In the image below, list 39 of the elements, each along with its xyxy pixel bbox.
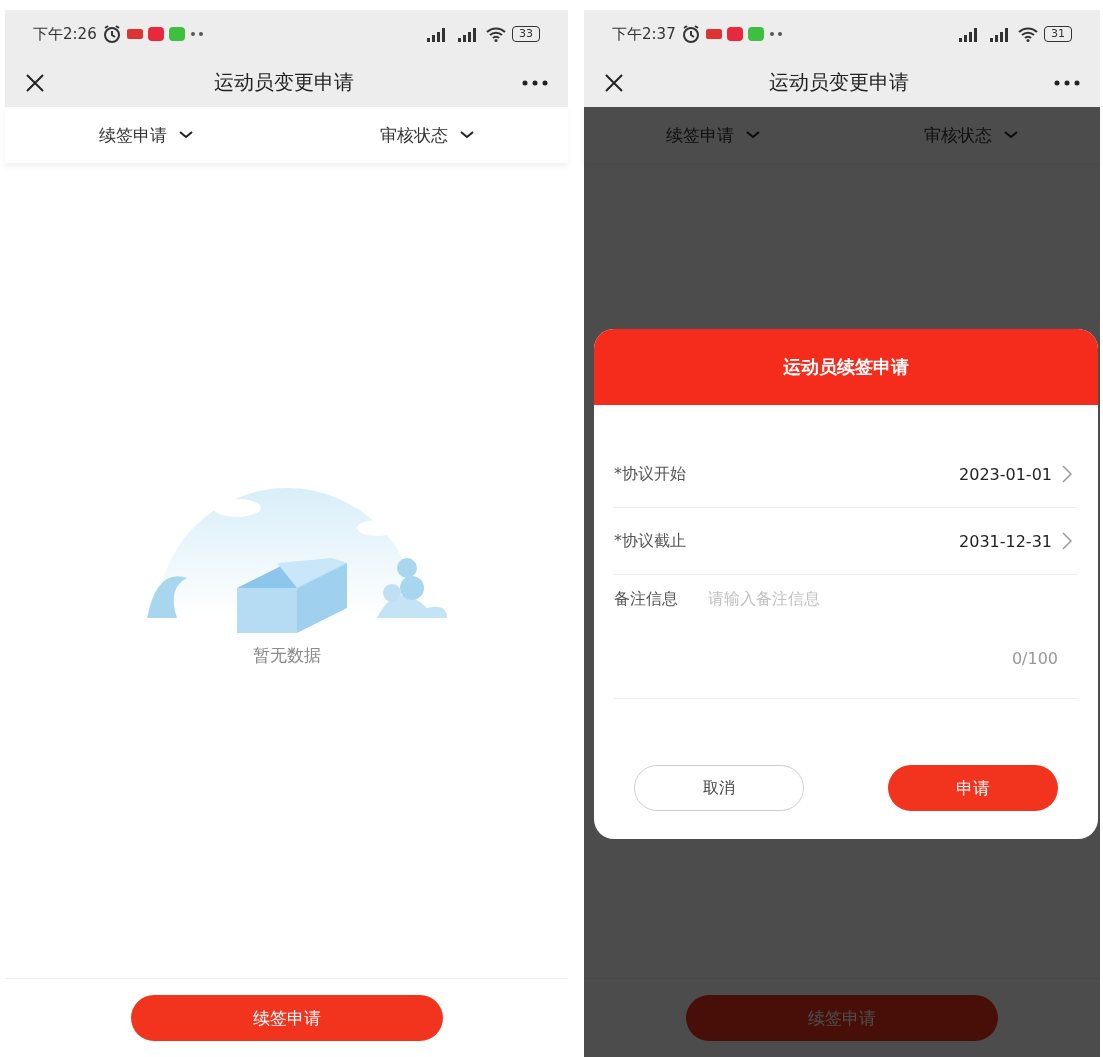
- empty-state-text: 暂无数据: [252, 644, 321, 667]
- cancel-button[interactable]: 取消: [634, 765, 804, 811]
- app-notification-icon: [705, 29, 722, 39]
- dialog-title: 运动员续签申请: [783, 355, 909, 379]
- status-time: 下午2:37: [612, 24, 676, 44]
- date-picker-field[interactable]: 2023-01-01: [953, 463, 1078, 485]
- more-notifications-icon: [768, 31, 783, 37]
- filter-dropdown[interactable]: 审核状态: [376, 119, 479, 151]
- submit-button[interactable]: 申请: [888, 765, 1058, 811]
- more-icon[interactable]: [1054, 79, 1080, 86]
- chevron-down-icon: [460, 131, 475, 139]
- battery-indicator: 31: [1044, 26, 1072, 42]
- close-icon[interactable]: [604, 72, 624, 93]
- wifi-icon: [1017, 26, 1039, 42]
- filter-dropdown[interactable]: 续签申请: [94, 119, 197, 151]
- more-icon[interactable]: [522, 79, 548, 86]
- app-notification-icon: [726, 27, 743, 41]
- close-icon[interactable]: [25, 72, 45, 93]
- app-notification-icon: [126, 29, 143, 39]
- renewal-button[interactable]: 续签申请: [130, 995, 443, 1041]
- status-time: 下午2:26: [33, 24, 97, 44]
- app-notification-icon: [747, 27, 764, 41]
- field-label: 备注信息: [614, 589, 678, 610]
- page-title: 运动员变更申请: [768, 69, 910, 96]
- alarm-clock-icon: [680, 24, 701, 44]
- battery-indicator: 33: [512, 26, 540, 42]
- date-picker-field[interactable]: 2031-12-31: [953, 530, 1078, 552]
- chevron-down-icon: [178, 131, 193, 139]
- alarm-clock-icon: [101, 24, 122, 44]
- field-label: *协议截止: [614, 530, 686, 552]
- app-notification-icon: [147, 27, 164, 41]
- chevron-right-icon: [1062, 465, 1072, 483]
- character-counter: 0/100: [1011, 649, 1058, 668]
- wifi-icon: [485, 26, 507, 42]
- page-title: 运动员变更申请: [212, 69, 355, 96]
- field-label: *协议开始: [614, 463, 686, 485]
- more-notifications-icon: [189, 31, 204, 37]
- app-notification-icon: [168, 27, 185, 41]
- chevron-right-icon: [1062, 532, 1072, 550]
